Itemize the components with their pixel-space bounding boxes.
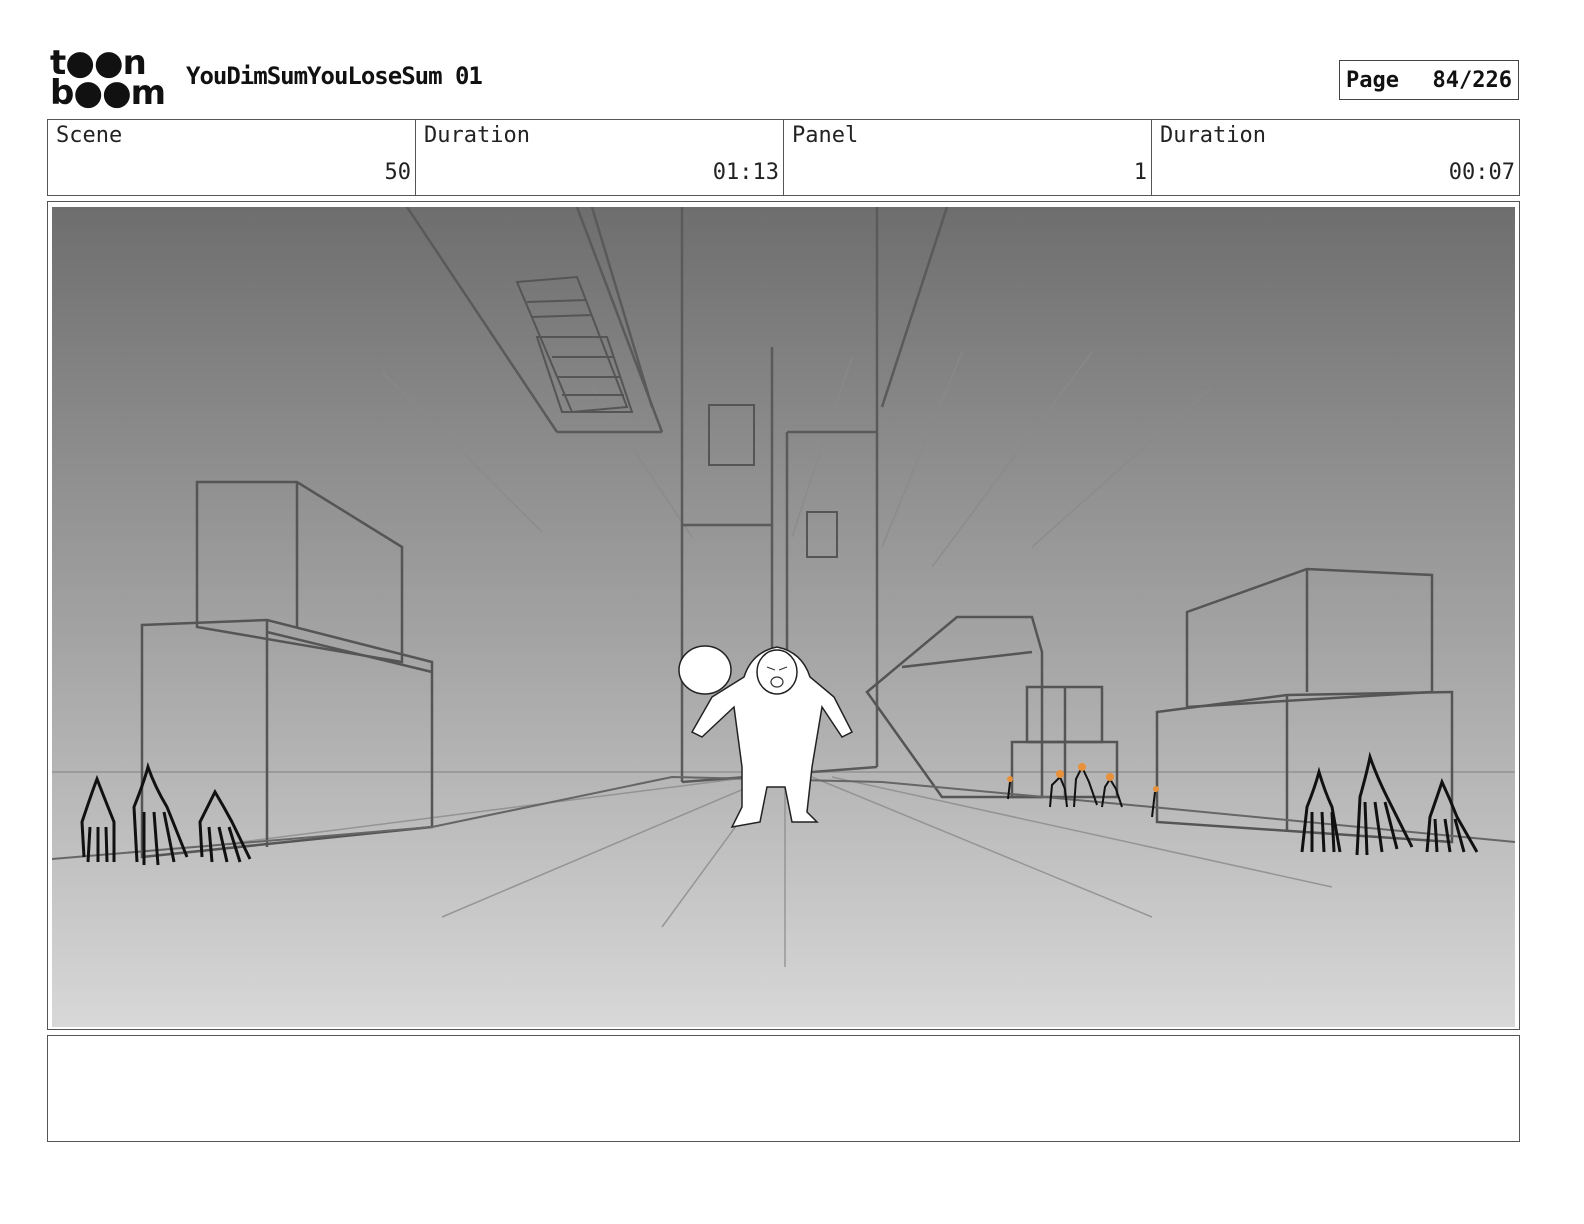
storyboard-sketch-alley-icon xyxy=(52,207,1515,1027)
panel-duration-label: Duration xyxy=(1160,123,1266,148)
page-number: 84/226 xyxy=(1432,67,1512,93)
panel-value: 1 xyxy=(1133,160,1147,185)
page-indicator: Page 84/226 xyxy=(1339,60,1519,100)
panel-duration-cell: Duration 00:07 xyxy=(1152,120,1519,195)
storyboard-panel xyxy=(47,201,1520,1030)
panel-notes-box xyxy=(47,1035,1520,1142)
scene-duration-label: Duration xyxy=(424,123,530,148)
logo-line-bottom: b●●m xyxy=(50,73,166,113)
panel-duration-value: 00:07 xyxy=(1448,160,1515,185)
toon-boom-logo: t●●n b●●m xyxy=(50,46,166,114)
scene-cell: Scene 50 xyxy=(48,120,416,195)
project-title: YouDimSumYouLoseSum 01 xyxy=(186,62,483,90)
page-label: Page xyxy=(1346,67,1399,93)
panel-cell: Panel 1 xyxy=(784,120,1152,195)
scene-label: Scene xyxy=(56,123,123,148)
panel-label: Panel xyxy=(792,123,859,148)
scene-info-table: Scene 50 Duration 01:13 Panel 1 Duration… xyxy=(47,119,1520,196)
scene-value: 50 xyxy=(384,160,412,185)
scene-duration-cell: Duration 01:13 xyxy=(416,120,784,195)
scene-duration-value: 01:13 xyxy=(712,160,779,185)
